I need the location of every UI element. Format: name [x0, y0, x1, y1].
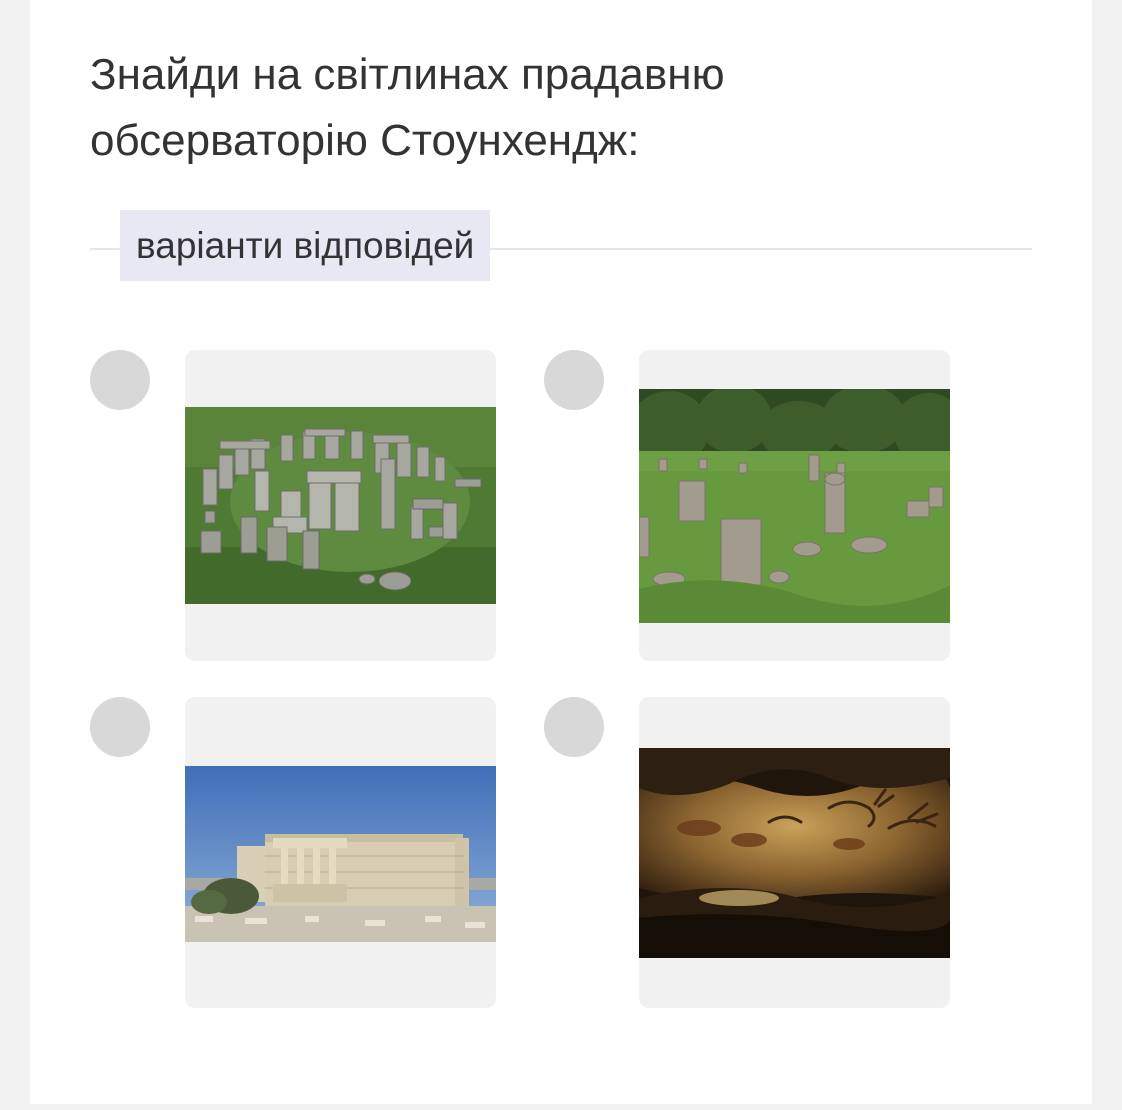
greek-temple-erechtheion-photo: [185, 766, 496, 942]
cave-paintings-lascaux-photo: [639, 748, 950, 958]
option-4-image-card[interactable]: [639, 697, 950, 1008]
quiz-card: Знайди на світлинах прадавню обсерваторі…: [30, 0, 1092, 1104]
option-1-image-card[interactable]: [185, 350, 496, 661]
stone-circle-in-meadow-photo: [639, 389, 950, 623]
option-3-radio[interactable]: [90, 697, 150, 757]
option-3-image-card[interactable]: [185, 697, 496, 1008]
option-4-radio[interactable]: [544, 697, 604, 757]
answers-section-label: варіанти відповідей: [120, 210, 491, 281]
option-1-radio[interactable]: [90, 350, 150, 410]
stonehenge-photo: [185, 407, 496, 604]
option-2-radio[interactable]: [544, 350, 604, 410]
option-2-image-card[interactable]: [639, 350, 950, 661]
question-text: Знайди на світлинах прадавню обсерваторі…: [90, 50, 725, 165]
